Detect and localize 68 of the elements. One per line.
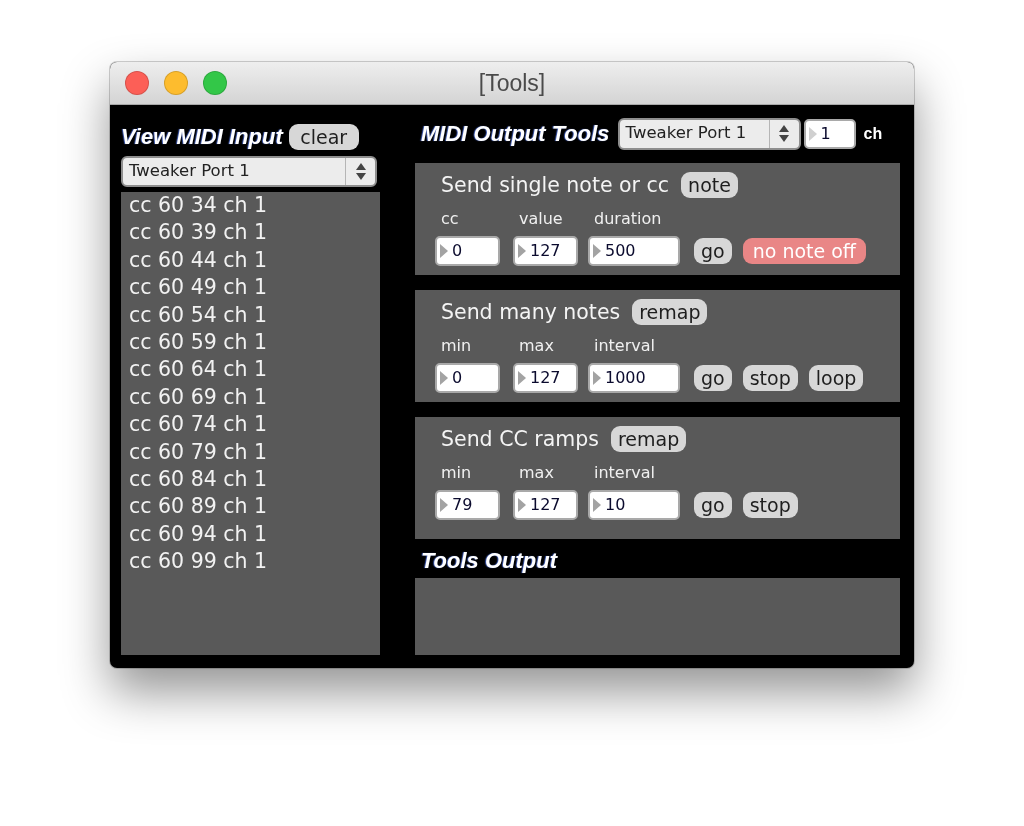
triangle-icon [518, 244, 526, 258]
message-text: cc 60 34 ch 1 [129, 192, 269, 219]
message-text: cc 60 64 ch 1 [129, 356, 269, 384]
field-label: min [440, 464, 473, 482]
number-field[interactable]: 500 [588, 236, 680, 266]
triangle-icon [808, 126, 817, 141]
port-dropdown[interactable]: Tweaker Port 1 [121, 156, 377, 187]
message-text: cc 60 74 ch 1 [129, 411, 269, 439]
field-label: interval [593, 337, 656, 355]
number-field[interactable]: 127 [513, 236, 578, 266]
action-button[interactable]: stop [742, 492, 798, 518]
panel-title: Send CC ramps [440, 426, 599, 452]
number-field[interactable]: 127 [513, 363, 578, 393]
action-button[interactable]: go [694, 238, 732, 264]
triangle-icon [440, 244, 448, 258]
number-field[interactable]: 0 [435, 236, 500, 266]
triangle-icon [440, 498, 448, 512]
section-heading: Tools Output [421, 548, 558, 574]
triangle-icon [518, 498, 526, 512]
message-text: cc 60 49 ch 1 [129, 274, 269, 302]
message-text: cc 60 84 ch 1 [129, 466, 269, 494]
action-button[interactable]: loop [808, 365, 864, 391]
number-field[interactable]: 0 [435, 363, 500, 393]
action-button[interactable]: go [694, 365, 732, 391]
section-heading: View MIDI Input [121, 124, 283, 150]
clear-button[interactable]: clear [288, 124, 359, 150]
action-button[interactable]: go [694, 492, 732, 518]
port-dropdown[interactable]: Tweaker Port 1 [617, 117, 801, 150]
triangle-icon [593, 371, 601, 385]
mode-button[interactable]: remap [632, 299, 708, 325]
triangle-icon [593, 498, 601, 512]
field-label: max [518, 464, 555, 482]
channel-field[interactable]: 1 [803, 118, 856, 149]
panel-title: Send single note or cc [440, 172, 670, 198]
minimize-button[interactable] [164, 71, 188, 95]
field-label: interval [593, 464, 656, 482]
action-button[interactable]: stop [742, 365, 798, 391]
message-text: cc 60 39 ch 1 [129, 219, 269, 247]
window-title: [Tools] [478, 68, 546, 98]
message-text: cc 60 54 ch 1 [129, 301, 269, 329]
mode-button[interactable]: note [681, 172, 738, 198]
triangle-icon [440, 371, 448, 385]
field-label: min [440, 337, 473, 355]
maximize-button[interactable] [203, 71, 227, 95]
section-heading: MIDI Output Tools [421, 120, 610, 147]
panel-title: Send many notes [440, 299, 621, 325]
field-label: cc [440, 210, 460, 228]
number-field[interactable]: 79 [435, 490, 500, 520]
message-text: cc 60 59 ch 1 [129, 329, 269, 357]
message-text: cc 60 69 ch 1 [129, 383, 269, 411]
message-text: cc 60 99 ch 1 [129, 548, 269, 576]
number-field[interactable]: 10 [588, 490, 680, 520]
mode-button[interactable]: remap [610, 426, 687, 452]
message-text: cc 60 79 ch 1 [129, 438, 269, 466]
up-down-arrows-icon [355, 163, 366, 180]
field-label: max [518, 337, 555, 355]
message-text: cc 60 94 ch 1 [129, 520, 269, 548]
field-label: value [518, 210, 564, 228]
triangle-icon [518, 371, 526, 385]
channel-label: ch [863, 123, 883, 144]
number-field[interactable]: 1000 [588, 363, 680, 393]
field-label: duration [593, 210, 663, 228]
up-down-arrows-icon [779, 125, 790, 142]
message-text: cc 60 89 ch 1 [129, 493, 269, 521]
close-button[interactable] [125, 71, 149, 95]
number-field[interactable]: 127 [513, 490, 578, 520]
triangle-icon [593, 244, 601, 258]
message-text: cc 60 44 ch 1 [129, 246, 269, 274]
